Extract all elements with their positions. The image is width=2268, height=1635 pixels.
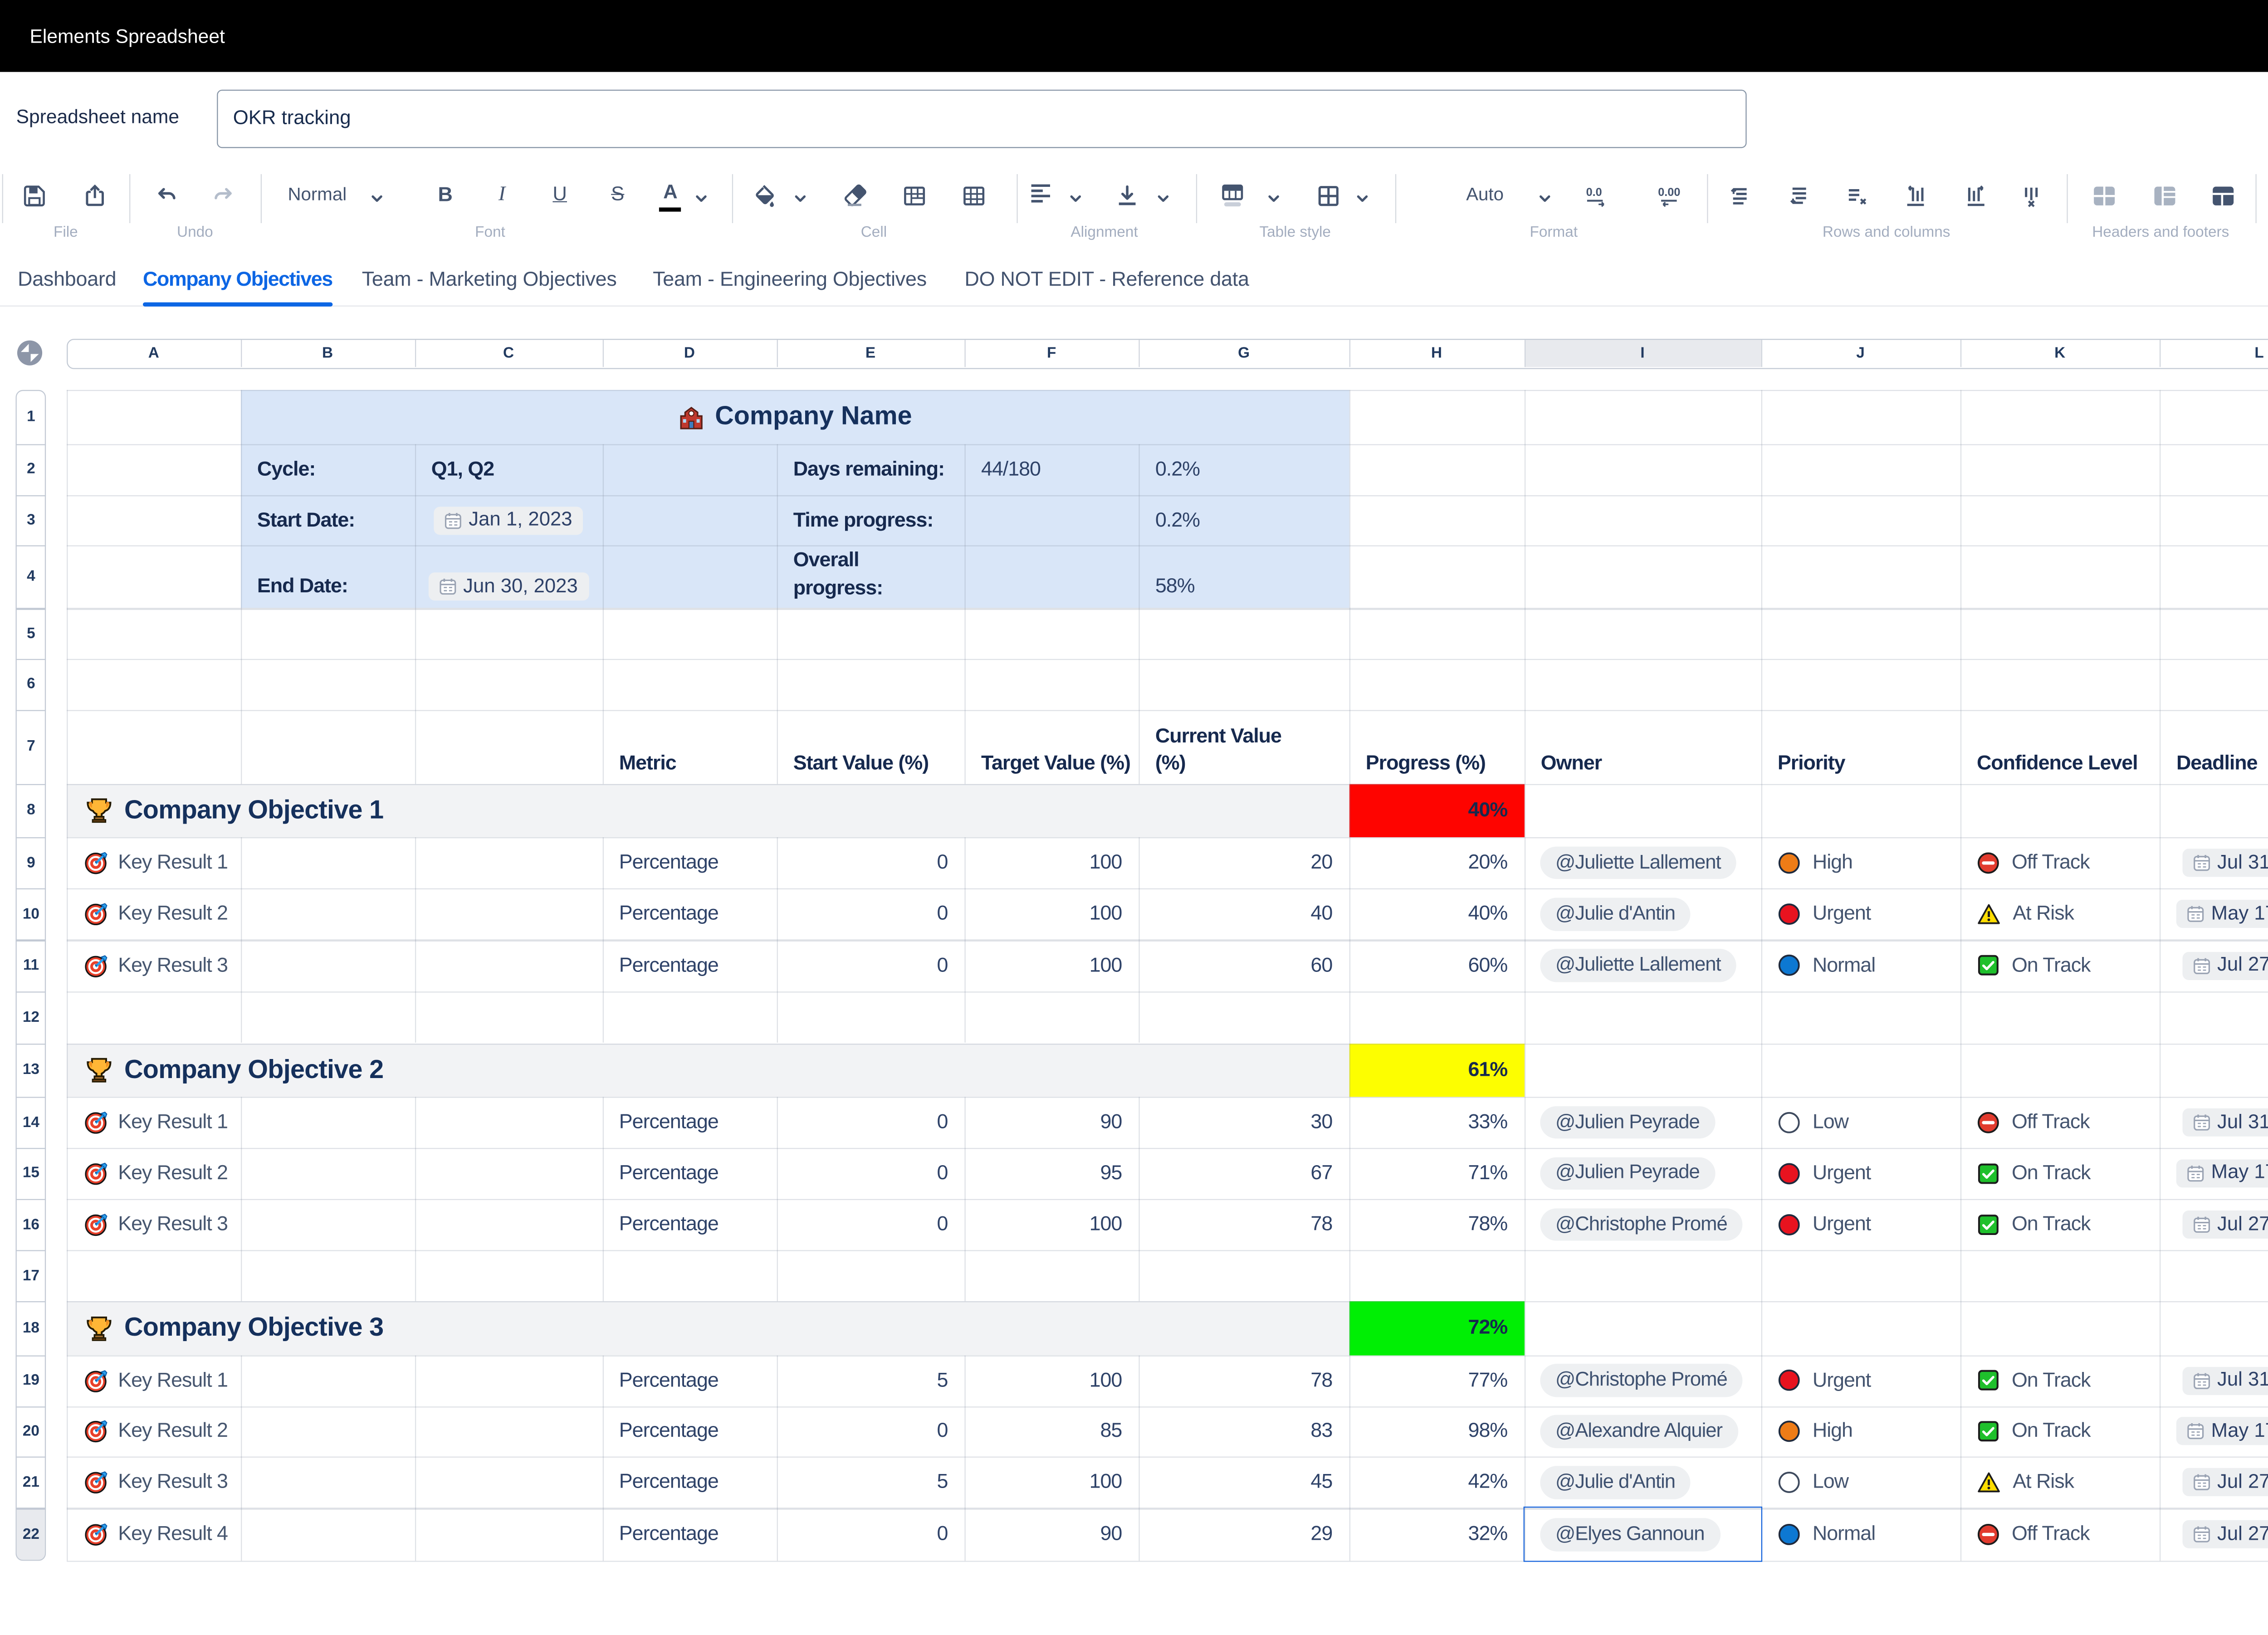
svg-text:0.0: 0.0: [1586, 186, 1602, 199]
svg-text:0.00: 0.00: [1658, 186, 1680, 199]
